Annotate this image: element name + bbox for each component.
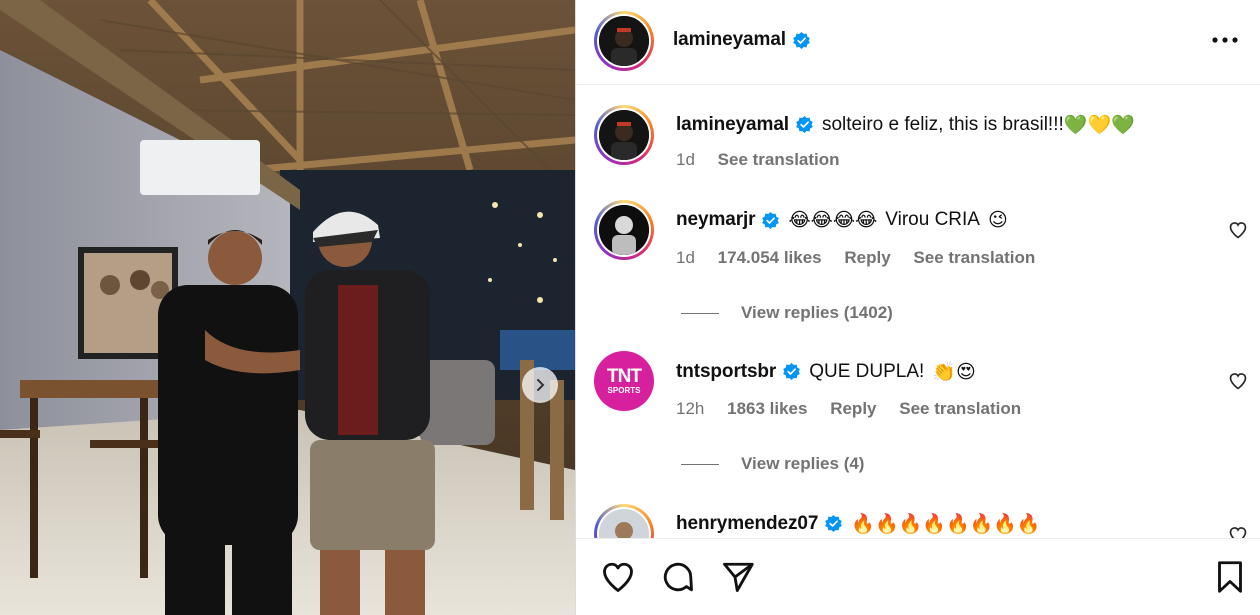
comments-list[interactable]: lamineyamal solteiro e feliz, this is br… [576,86,1260,538]
like-comment-heart-icon[interactable] [1228,525,1248,538]
comment-age: 12h [676,399,705,418]
post-sidebar: lamineyamal lamineyamal solteiro e feliz… [575,0,1260,615]
comment-emojis-post: 🔥🔥🔥🔥🔥🔥🔥🔥 [851,513,1041,535]
comment-username[interactable]: neymarjr [676,209,756,231]
comment-reply-button[interactable]: Reply [844,248,890,267]
caption-meta: 1d See translation [676,150,858,170]
author-username[interactable]: lamineyamal [673,29,786,51]
verified-badge-icon [793,31,810,49]
view-replies-button[interactable]: View replies (1402) [681,303,893,323]
next-photo-button[interactable] [522,367,558,403]
comment-reply-button[interactable]: Reply [830,399,876,418]
comment-line: neymarjr 😂😂😂😂 Virou CRIA 😉 [676,209,1008,231]
comment-see-translation[interactable]: See translation [899,399,1021,418]
caption-see-translation[interactable]: See translation [718,150,840,169]
avatar-image [599,110,649,160]
caption-text: solteiro e feliz, this is brasil!!! [821,113,1064,135]
comment-likes[interactable]: 174.054 likes [718,248,822,267]
comment-see-translation[interactable]: See translation [913,248,1035,267]
comment-username[interactable]: tntsportsbr [676,361,776,383]
photo-scene [0,0,575,615]
post-action-bar [576,538,1260,615]
comment-avatar[interactable]: TNT SPORTS [594,351,654,411]
more-horizontal-icon [1212,37,1238,43]
comment-emojis-post: 👏😍 [932,361,976,383]
caption-username[interactable]: lamineyamal [676,114,789,136]
caption-line: lamineyamal solteiro e feliz, this is br… [676,113,1135,137]
like-heart-icon[interactable] [600,559,636,595]
comment-emojis-pre: 😂😂😂😂 [788,209,878,231]
view-replies-label: View replies (4) [741,454,865,473]
comment-text: Virou CRIA [885,209,980,230]
verified-badge-icon [762,211,780,229]
verified-badge-icon [825,514,843,533]
comment-age: 1d [676,248,695,267]
comment-bubble-icon[interactable] [660,559,696,595]
author-avatar[interactable] [594,11,654,71]
comment-text: QUE DUPLA! [809,360,925,382]
like-comment-heart-icon[interactable] [1228,371,1248,391]
comment-line: tntsportsbr QUE DUPLA! 👏😍 [676,360,976,384]
verified-badge-icon [796,115,813,134]
more-options-button[interactable] [1209,28,1241,52]
view-replies-label: View replies (1402) [741,303,893,322]
post-header: lamineyamal [576,0,1260,85]
comment-meta: 1d 174.054 likes Reply See translation [676,248,1053,268]
save-bookmark-icon[interactable] [1212,559,1248,595]
comment-meta: 12h 1863 likes Reply See translation [676,399,1039,419]
avatar-image [599,509,649,538]
view-replies-dash [681,312,719,314]
caption-age: 1d [676,150,695,169]
verified-badge-icon [783,362,801,381]
comment-username[interactable]: henrymendez07 [676,513,818,535]
post-photo[interactable] [0,0,575,615]
avatar-image [599,16,649,66]
view-replies-dash [681,463,719,465]
tnt-avatar-subtext: SPORTS [607,385,641,395]
avatar-image [599,205,649,255]
tnt-avatar-text: TNT [607,365,642,387]
comment-likes[interactable]: 1863 likes [727,399,807,418]
chevron-right-icon [537,379,545,391]
view-replies-button[interactable]: View replies (4) [681,454,864,474]
comment-avatar[interactable] [594,504,654,538]
like-comment-heart-icon[interactable] [1228,220,1248,240]
caption-avatar[interactable] [594,105,654,165]
share-send-icon[interactable] [720,559,756,595]
comment-emojis-post: 😉 [987,209,1008,231]
caption-emojis: 💚💛💚 [1063,114,1135,136]
comment-line: henrymendez07 🔥🔥🔥🔥🔥🔥🔥🔥 [676,512,1041,536]
comment-avatar[interactable] [594,200,654,260]
